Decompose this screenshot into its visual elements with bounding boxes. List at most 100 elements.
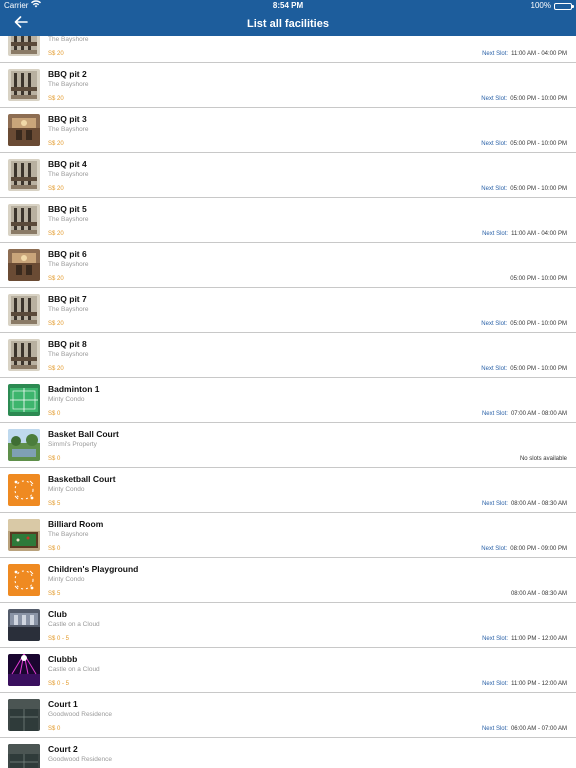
facility-thumbnail bbox=[8, 654, 40, 686]
next-slot-label: Next Slot: bbox=[481, 546, 508, 552]
facility-location: The Bayshore bbox=[48, 531, 89, 538]
facility-thumbnail bbox=[8, 474, 40, 506]
facility-row[interactable]: BBQ pit 5 The Bayshore S$ 20 Next Slot: 11:0… bbox=[0, 198, 576, 243]
facility-row[interactable]: Court 1 Goodwood Residence S$ 0 Next Slot: 0… bbox=[0, 693, 576, 738]
facility-thumbnail bbox=[8, 249, 40, 281]
facility-price: S$ 20 bbox=[48, 51, 64, 57]
facility-slot: Next Slot: 05:00 PM - 10:00 PM bbox=[481, 141, 567, 147]
facility-price: S$ 20 bbox=[48, 321, 64, 327]
facility-row[interactable]: BBQ pit 7 The Bayshore S$ 20 Next Slot: 05:0… bbox=[0, 288, 576, 333]
facility-slot: Next Slot: 08:00 PM - 09:00 PM bbox=[481, 546, 567, 552]
facility-location: Goodwood Residence bbox=[48, 711, 112, 718]
facility-row[interactable]: Badminton 1 Minty Condo S$ 0 Next Slot: 07:0… bbox=[0, 378, 576, 423]
slot-time: 11:00 AM - 04:00 PM bbox=[511, 231, 567, 237]
facility-slot: 05:00 PM - 10:00 PM bbox=[507, 276, 567, 282]
facility-row[interactable]: Court 2 Goodwood Residence bbox=[0, 738, 576, 768]
facility-slot: Next Slot: 11:00 PM - 12:00 AM bbox=[482, 636, 567, 642]
facility-slot: Next Slot: 11:00 PM - 12:00 AM bbox=[482, 681, 567, 687]
battery-icon bbox=[554, 2, 574, 10]
slot-time: 08:00 PM - 09:00 PM bbox=[510, 546, 567, 552]
facility-price: S$ 20 bbox=[48, 276, 64, 282]
facility-slot: Next Slot: 11:00 AM - 04:00 PM bbox=[482, 51, 567, 57]
facility-price: S$ 20 bbox=[48, 141, 64, 147]
next-slot-label: Next Slot: bbox=[481, 501, 508, 507]
facility-price: S$ 0 - 5 bbox=[48, 636, 70, 642]
facility-location: Castle on a Cloud bbox=[48, 666, 100, 673]
facility-price: S$ 0 bbox=[48, 546, 61, 552]
facility-name: BBQ pit 4 bbox=[48, 159, 87, 169]
facility-name: BBQ pit 6 bbox=[48, 249, 87, 259]
facility-price: S$ 20 bbox=[48, 186, 64, 192]
facility-name: Basket Ball Court bbox=[48, 429, 119, 439]
facility-location: The Bayshore bbox=[48, 81, 89, 88]
facility-name: BBQ pit 3 bbox=[48, 114, 87, 124]
facility-name: Billiard Room bbox=[48, 519, 104, 529]
facility-location: Minty Condo bbox=[48, 396, 85, 403]
slot-time: 11:00 PM - 12:00 AM bbox=[511, 681, 567, 687]
next-slot-label: Next Slot: bbox=[481, 366, 508, 372]
next-slot-label: Next Slot: bbox=[482, 51, 509, 57]
next-slot-label: Next Slot: bbox=[482, 636, 509, 642]
facility-slot: Next Slot: 06:00 AM - 07:00 AM bbox=[482, 726, 567, 732]
facility-thumbnail bbox=[8, 204, 40, 236]
facility-location: The Bayshore bbox=[48, 171, 89, 178]
facility-thumbnail bbox=[8, 429, 40, 461]
facility-row[interactable]: The Bayshore S$ 20 Next Slot: 11:00 AM - 04… bbox=[0, 36, 576, 63]
facility-location: The Bayshore bbox=[48, 216, 89, 223]
facility-row[interactable]: BBQ pit 8 The Bayshore S$ 20 Next Slot: 05:0… bbox=[0, 333, 576, 378]
facility-price: S$ 20 bbox=[48, 96, 64, 102]
facility-slot: Next Slot: 08:00 AM - 08:30 AM bbox=[482, 501, 567, 507]
facility-location: The Bayshore bbox=[48, 126, 89, 133]
facility-thumbnail bbox=[8, 699, 40, 731]
facility-price: S$ 5 bbox=[48, 501, 61, 507]
facility-row[interactable]: Children's Playground Minty Condo S$ 5 08:0… bbox=[0, 558, 576, 603]
facility-price: S$ 20 bbox=[48, 366, 64, 372]
facility-name: BBQ pit 2 bbox=[48, 69, 87, 79]
facility-row[interactable]: BBQ pit 2 The Bayshore S$ 20 Next Slot: 05:0… bbox=[0, 63, 576, 108]
status-time: 8:54 PM bbox=[272, 1, 304, 10]
facility-row[interactable]: Club Castle on a Cloud S$ 0 - 5 Next Slot: 1… bbox=[0, 603, 576, 648]
facility-row[interactable]: BBQ pit 4 The Bayshore S$ 20 Next Slot: 05:0… bbox=[0, 153, 576, 198]
slot-time: 05:00 PM - 10:00 PM bbox=[510, 366, 567, 372]
next-slot-label: Next Slot: bbox=[481, 321, 508, 327]
facility-thumbnail bbox=[8, 519, 40, 551]
facility-thumbnail bbox=[8, 609, 40, 641]
facility-name: BBQ pit 8 bbox=[48, 339, 87, 349]
facility-location: Minty Condo bbox=[48, 486, 85, 493]
facility-name: Children's Playground bbox=[48, 564, 139, 574]
facility-row[interactable]: Billiard Room The Bayshore S$ 0 Next Slot: 0… bbox=[0, 513, 576, 558]
facility-location: Castle on a Cloud bbox=[48, 621, 100, 628]
facility-thumbnail bbox=[8, 36, 40, 56]
slot-time: No slots available bbox=[519, 456, 567, 462]
facility-row[interactable]: BBQ pit 6 The Bayshore S$ 20 05:00 PM - 10:… bbox=[0, 243, 576, 288]
facility-name: Court 2 bbox=[48, 744, 78, 754]
facility-location: The Bayshore bbox=[48, 261, 89, 268]
next-slot-label: Next Slot: bbox=[482, 681, 509, 687]
facility-row[interactable]: Basket Ball Court Simmi's Property S$ 0 No … bbox=[0, 423, 576, 468]
slot-time: 05:00 PM - 10:00 PM bbox=[510, 321, 567, 327]
slot-time: 05:00 PM - 10:00 PM bbox=[510, 186, 567, 192]
facility-location: The Bayshore bbox=[48, 36, 89, 43]
next-slot-label: Next Slot: bbox=[481, 411, 508, 417]
battery-percent: 100% bbox=[530, 1, 551, 10]
battery-status: 100% bbox=[530, 0, 574, 12]
slot-time: 08:00 AM - 08:30 AM bbox=[510, 501, 567, 507]
facility-row[interactable]: Clubbb Castle on a Cloud S$ 0 - 5 Next Slot… bbox=[0, 648, 576, 693]
facility-list[interactable]: The Bayshore S$ 20 Next Slot: 11:00 AM - 04… bbox=[0, 36, 576, 768]
facility-name: Club bbox=[48, 609, 67, 619]
slot-time: 11:00 PM - 12:00 AM bbox=[511, 636, 567, 642]
facility-name: Clubbb bbox=[48, 654, 78, 664]
facility-slot: No slots available bbox=[517, 456, 567, 462]
facility-row[interactable]: BBQ pit 3 The Bayshore S$ 20 Next Slot: 05:0… bbox=[0, 108, 576, 153]
facility-slot: Next Slot: 05:00 PM - 10:00 PM bbox=[481, 186, 567, 192]
facility-row[interactable]: Basketball Court Minty Condo S$ 5 Next Slot… bbox=[0, 468, 576, 513]
facility-thumbnail bbox=[8, 384, 40, 416]
facility-slot: Next Slot: 07:00 AM - 08:00 AM bbox=[482, 411, 567, 417]
facility-location: The Bayshore bbox=[48, 306, 89, 313]
facility-name: Badminton 1 bbox=[48, 384, 100, 394]
facility-name: BBQ pit 5 bbox=[48, 204, 87, 214]
facility-price: S$ 0 bbox=[48, 726, 61, 732]
facility-thumbnail bbox=[8, 114, 40, 146]
slot-time: 08:00 AM - 08:30 AM bbox=[510, 591, 567, 597]
slot-time: 05:00 PM - 10:00 PM bbox=[510, 276, 567, 282]
